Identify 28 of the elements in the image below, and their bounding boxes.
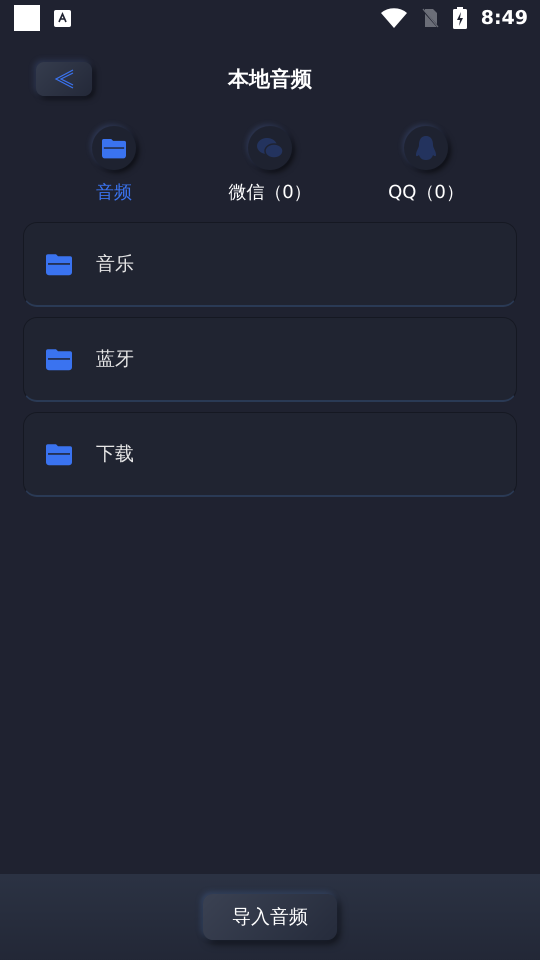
folder-name: 下载 [96,442,134,467]
app-notification-icon [54,10,71,26]
folder-card[interactable]: 蓝牙 [23,317,517,402]
import-audio-button[interactable]: 导入音频 [203,894,337,940]
source-tab[interactable]: 微信（0） [200,122,340,222]
folder-icon [46,442,72,466]
folder-icon [102,137,126,159]
source-tab[interactable]: 音频 [44,122,184,222]
folder-name: 蓝牙 [96,347,134,372]
folder-name: 音乐 [96,252,134,277]
no-sim-icon [420,8,439,28]
folder-icon [46,252,72,276]
folder-card[interactable]: 音乐 [23,222,517,307]
notification-icon [14,5,40,31]
folder-icon [46,347,72,371]
back-button[interactable] [36,62,92,96]
back-icon [53,68,75,90]
chat-icon [256,136,284,160]
source-tab[interactable]: QQ（0） [356,122,496,222]
penguin-icon [415,135,437,161]
battery-charging-icon [452,7,467,29]
tab-label: 微信（0） [228,181,312,204]
page-title: 本地音频 [228,66,312,93]
tab-label: QQ（0） [388,181,464,204]
folder-card[interactable]: 下载 [23,412,517,497]
status-time: 8:49 [480,7,528,29]
wifi-icon [380,8,407,28]
tab-label: 音频 [96,181,132,204]
